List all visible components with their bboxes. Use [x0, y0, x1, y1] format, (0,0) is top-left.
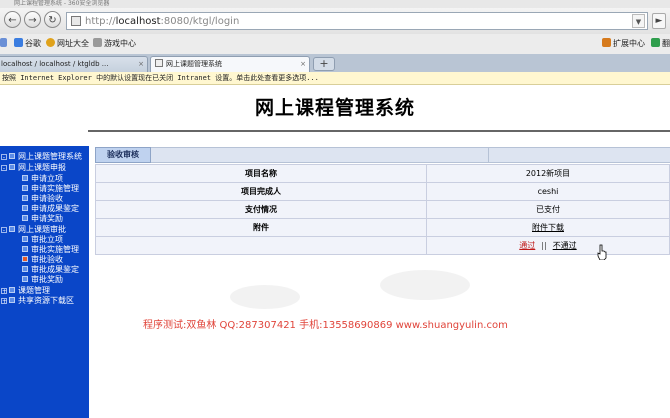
background-blur [380, 270, 470, 300]
sidebar-item-apply-implementation[interactable]: 申请实施管理 [22, 184, 79, 194]
forward-icon[interactable]: → [24, 11, 41, 28]
table-row: 附件 附件下载 [95, 218, 670, 237]
reject-link[interactable]: 不通过 [553, 241, 577, 250]
background-blur [230, 285, 300, 309]
header-divider [88, 130, 670, 132]
table-row: 项目名称 2012新项目 [95, 164, 670, 183]
table-row: 通过 || 不通过 [95, 236, 670, 255]
extension-center[interactable]: 扩展中心 [602, 37, 645, 50]
row-label: 项目完成人 [95, 182, 427, 201]
row-value: ceshi [426, 182, 670, 201]
bookmark-google[interactable]: 谷歌 [14, 37, 41, 50]
new-tab-button[interactable]: + [313, 57, 335, 71]
window-title: 网上课程管理系统 - 360安全浏览器 [0, 0, 670, 8]
row-value: 已支付 [426, 200, 670, 219]
sidebar-item-approve-project[interactable]: 审批立项 [22, 235, 63, 245]
page-icon [71, 16, 81, 26]
review-actions: 通过 || 不通过 [426, 236, 670, 255]
tab-course-system[interactable]: 网上课题管理系统 × [150, 56, 310, 72]
go-icon[interactable]: ► [652, 13, 666, 29]
bookmark-hao123[interactable]: 网址大全 [46, 37, 89, 50]
hand-cursor-icon [597, 244, 607, 260]
pass-link[interactable]: 通过 [519, 241, 535, 250]
tree-group-download[interactable]: + 共享资源下载区 [1, 296, 74, 306]
bookmark-games[interactable]: 游戏中心 [93, 37, 136, 50]
row-label: 支付情况 [95, 200, 427, 219]
page-title: 网上课程管理系统 [254, 97, 415, 119]
panel-header [95, 147, 670, 163]
navigation-bar: ← → ↻ http://localhost:8080/ktgl/login ▼… [0, 8, 670, 34]
sidebar-item-approve-implementation[interactable]: 审批实施管理 [22, 245, 79, 255]
refresh-icon[interactable]: ↻ [44, 11, 61, 28]
sidebar-item-approve-reward[interactable]: 审批奖励 [22, 275, 63, 285]
row-value: 2012新项目 [426, 164, 670, 183]
dropdown-arrow-icon[interactable]: ▼ [632, 14, 645, 28]
detail-table: 项目名称 2012新项目 项目完成人 ceshi 支付情况 已支付 附件 附件下… [95, 164, 670, 255]
bookmarks-bar: 谷歌 网址大全 游戏中心 扩展中心 翻 [0, 34, 670, 55]
sidebar-item-approve-acceptance[interactable]: 审批验收 [22, 255, 63, 265]
sidebar-item-apply-project[interactable]: 申请立项 [22, 174, 63, 184]
panel-divider [488, 147, 489, 163]
close-icon[interactable]: × [138, 57, 144, 72]
intranet-infobar[interactable]: 按照 Internet Explorer 中的默认设置现在已关闭 Intrane… [0, 72, 670, 85]
sidebar-item-apply-reward[interactable]: 申请奖励 [22, 214, 63, 224]
tree-group-approve[interactable]: - 网上课题审批 [1, 225, 66, 235]
close-icon[interactable]: × [300, 57, 306, 72]
tree-group-declare[interactable]: - 网上课题申报 [1, 163, 66, 173]
address-bar[interactable]: http://localhost:8080/ktgl/login ▼ [66, 12, 648, 30]
row-label: 附件 [95, 218, 427, 237]
tree-root[interactable]: - 网上课题管理系统 [1, 152, 82, 162]
table-row: 支付情况 已支付 [95, 200, 670, 219]
sidebar-tree: - 网上课题管理系统 - 网上课题申报 申请立项 申请实施管理 申请验收 申请成果鉴… [0, 146, 89, 418]
sidebar-item-apply-appraisal[interactable]: 申请成果鉴定 [22, 204, 79, 214]
translate-button[interactable]: 翻 [651, 37, 670, 50]
row-label: 项目名称 [95, 164, 427, 183]
table-row: 项目完成人 ceshi [95, 182, 670, 201]
bookmark-apps[interactable] [0, 37, 9, 50]
test-watermark: 程序测试:双鱼林 QQ:287307421 手机:13558690869 www… [143, 320, 508, 331]
address-text[interactable]: http://localhost:8080/ktgl/login [85, 14, 239, 29]
tab-acceptance-review[interactable]: 验收审核 [95, 147, 151, 163]
attachment-download-link[interactable]: 附件下载 [532, 223, 564, 232]
tab-phpmyadmin[interactable]: localhost / localhost / ktgldb ... × [0, 56, 148, 72]
back-icon[interactable]: ← [4, 11, 21, 28]
sidebar-item-apply-acceptance[interactable]: 申请验收 [22, 194, 63, 204]
sidebar-item-approve-appraisal[interactable]: 审批成果鉴定 [22, 265, 79, 275]
action-separator: || [541, 241, 547, 250]
tree-group-manage[interactable]: + 课题管理 [1, 286, 50, 296]
tab-bar: localhost / localhost / ktgldb ... × 网上课题… [0, 54, 670, 72]
page-icon [155, 59, 163, 67]
